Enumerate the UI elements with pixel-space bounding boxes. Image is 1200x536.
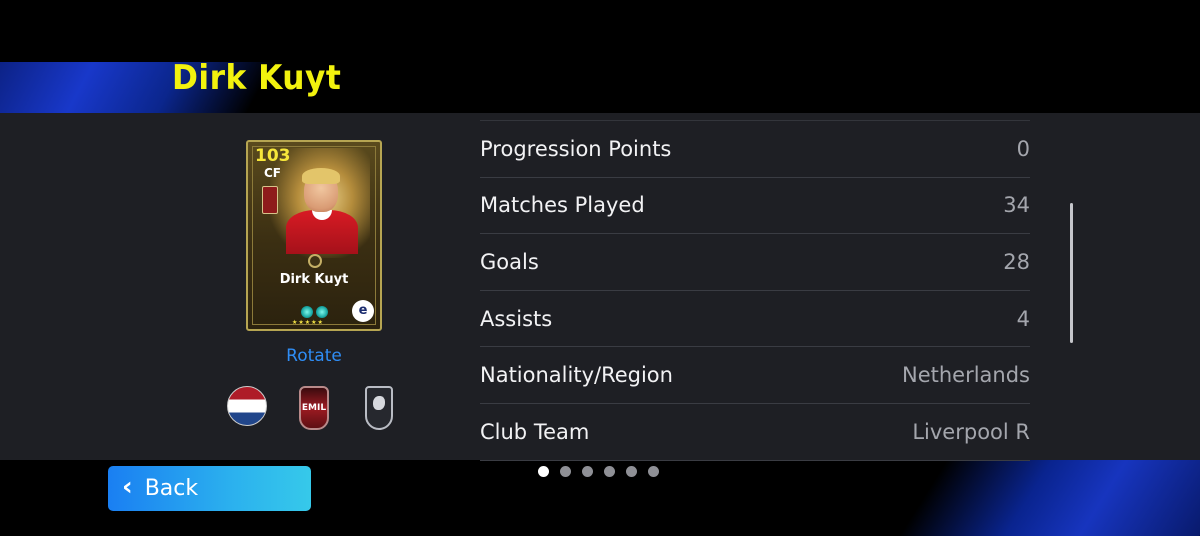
card-league-icon bbox=[262, 186, 278, 214]
stat-label: Assists bbox=[480, 306, 553, 331]
stat-label: Club Team bbox=[480, 419, 590, 444]
stat-label: Progression Points bbox=[480, 136, 672, 161]
netherlands-flag-icon bbox=[227, 386, 267, 426]
page-indicator bbox=[538, 466, 659, 477]
stat-row-nationality: Nationality/Region Netherlands bbox=[480, 347, 1030, 404]
skill-icon bbox=[300, 306, 313, 318]
stat-value: 4 bbox=[1016, 306, 1030, 331]
page-dot[interactable] bbox=[582, 466, 593, 477]
page-dot[interactable] bbox=[648, 466, 659, 477]
english-league-crest-icon bbox=[365, 386, 393, 430]
lion-icon bbox=[373, 396, 385, 410]
player-name-title: Dirk Kuyt bbox=[172, 58, 342, 98]
stat-label: Goals bbox=[480, 249, 539, 274]
efootball-logo-icon: e bbox=[352, 300, 374, 322]
card-stars: ★★★★★ bbox=[292, 319, 324, 326]
stats-list[interactable]: Progression Points 0 Matches Played 34 G… bbox=[480, 120, 1030, 461]
league-badge-icon: EMIL bbox=[299, 386, 329, 430]
page-dot[interactable] bbox=[560, 466, 571, 477]
page-dot-active[interactable] bbox=[538, 466, 549, 477]
page-dot[interactable] bbox=[626, 466, 637, 477]
skill-icon bbox=[315, 306, 328, 318]
back-button[interactable]: ‹ Back bbox=[108, 466, 311, 511]
player-portrait bbox=[286, 166, 358, 254]
stat-value: Netherlands bbox=[901, 363, 1030, 388]
page-dot[interactable] bbox=[604, 466, 615, 477]
stat-row-club-team: Club Team Liverpool R bbox=[480, 404, 1030, 461]
footer-decoration-stripe bbox=[891, 458, 1200, 536]
stats-scrollbar[interactable] bbox=[1070, 203, 1073, 343]
stat-value: 28 bbox=[1003, 249, 1030, 274]
stat-row-assists: Assists 4 bbox=[480, 291, 1030, 348]
stat-row-matches-played: Matches Played 34 bbox=[480, 178, 1030, 235]
stat-value: Liverpool R bbox=[912, 419, 1030, 444]
stat-label: Nationality/Region bbox=[480, 363, 673, 388]
player-card[interactable]: 103 CF Dirk Kuyt ★★★★★ e bbox=[246, 140, 382, 331]
back-button-label: Back bbox=[144, 476, 199, 501]
stat-value: 34 bbox=[1003, 193, 1030, 218]
stat-value: 0 bbox=[1016, 136, 1030, 161]
card-player-name: Dirk Kuyt bbox=[279, 272, 349, 287]
card-rating: 103 bbox=[255, 146, 291, 166]
card-position: CF bbox=[264, 166, 282, 180]
card-emblem-icon bbox=[308, 254, 322, 268]
rotate-link[interactable]: Rotate bbox=[274, 346, 354, 366]
stat-row-goals: Goals 28 bbox=[480, 234, 1030, 291]
stat-row-progression-points: Progression Points 0 bbox=[480, 121, 1030, 178]
chevron-left-icon: ‹ bbox=[122, 472, 133, 502]
stat-label: Matches Played bbox=[480, 193, 645, 218]
